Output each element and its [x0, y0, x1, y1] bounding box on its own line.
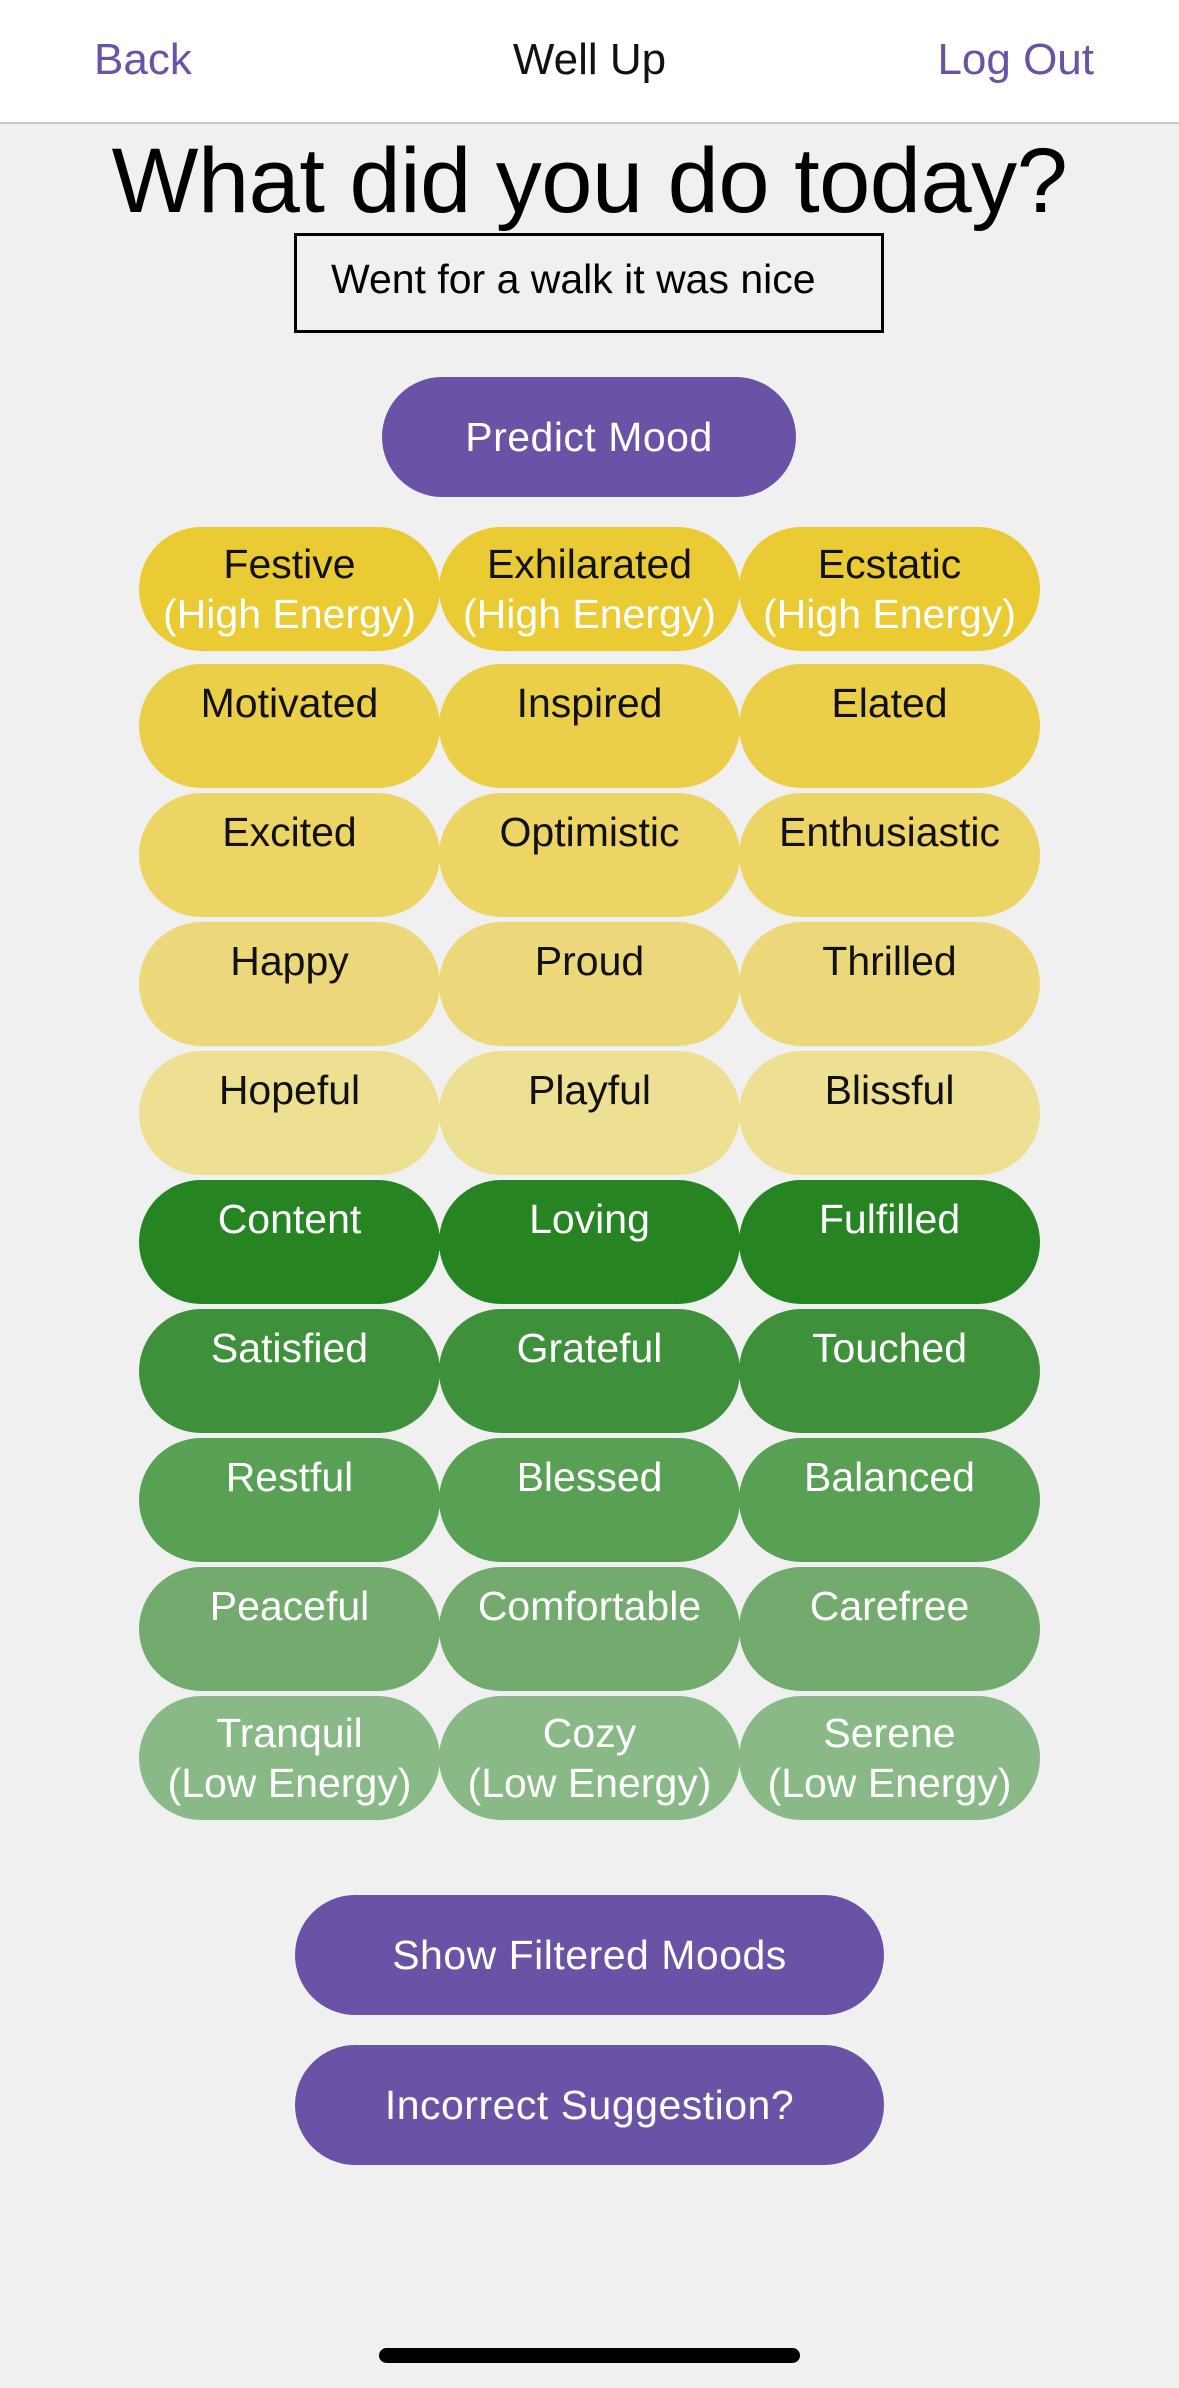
mood-label: Exhilarated	[486, 541, 693, 587]
mood-label: Blessed	[516, 1454, 663, 1500]
predict-mood-button[interactable]: Predict Mood	[382, 377, 796, 497]
mood-option-grateful[interactable]: Grateful	[439, 1309, 740, 1433]
mood-label: Proud	[534, 938, 645, 984]
mood-row: Peaceful Comfortable Carefree	[139, 1567, 1040, 1696]
mood-row: Happy Proud Thrilled	[139, 922, 1040, 1051]
mood-label: Elated	[831, 680, 948, 726]
mood-label: Motivated	[200, 680, 379, 726]
mood-option-loving[interactable]: Loving	[439, 1180, 740, 1304]
mood-label: Balanced	[804, 1454, 975, 1500]
mood-row: Excited Optimistic Enthusiastic	[139, 793, 1040, 922]
mood-option-hopeful[interactable]: Hopeful	[139, 1051, 440, 1175]
mood-option-carefree[interactable]: Carefree	[739, 1567, 1040, 1691]
logout-button[interactable]: Log Out	[937, 30, 1094, 90]
mood-row: Festive (High Energy) Exhilarated (High Ene…	[139, 527, 1040, 664]
mood-energy-label: (Low Energy)	[767, 1760, 1012, 1806]
mood-option-fulfilled[interactable]: Fulfilled	[739, 1180, 1040, 1304]
mood-option-comfortable[interactable]: Comfortable	[439, 1567, 740, 1691]
mood-label: Grateful	[516, 1325, 663, 1371]
mood-row: Tranquil (Low Energy) Cozy (Low Energy) Sere…	[139, 1696, 1040, 1825]
mood-option-thrilled[interactable]: Thrilled	[739, 922, 1040, 1046]
mood-label: Serene	[823, 1710, 956, 1756]
mood-label: Content	[217, 1196, 362, 1242]
mood-option-balanced[interactable]: Balanced	[739, 1438, 1040, 1562]
mood-option-blissful[interactable]: Blissful	[739, 1051, 1040, 1175]
mood-option-peaceful[interactable]: Peaceful	[139, 1567, 440, 1691]
mood-option-proud[interactable]: Proud	[439, 922, 740, 1046]
mood-label: Comfortable	[477, 1583, 702, 1629]
mood-label: Hopeful	[218, 1067, 361, 1113]
mood-label: Playful	[527, 1067, 652, 1113]
mood-option-elated[interactable]: Elated	[739, 664, 1040, 788]
mood-row: Restful Blessed Balanced	[139, 1438, 1040, 1567]
mood-label: Fulfilled	[818, 1196, 961, 1242]
incorrect-suggestion-button[interactable]: Incorrect Suggestion?	[295, 2045, 884, 2165]
mood-option-motivated[interactable]: Motivated	[139, 664, 440, 788]
mood-label: Cozy	[542, 1710, 637, 1756]
mood-option-inspired[interactable]: Inspired	[439, 664, 740, 788]
mood-option-tranquil[interactable]: Tranquil (Low Energy)	[139, 1696, 440, 1820]
mood-label: Touched	[811, 1325, 967, 1371]
mood-option-optimistic[interactable]: Optimistic	[439, 793, 740, 917]
mood-energy-label: (Low Energy)	[467, 1760, 712, 1806]
mood-label: Excited	[222, 809, 357, 855]
mood-option-cozy[interactable]: Cozy (Low Energy)	[439, 1696, 740, 1820]
mood-option-ecstatic[interactable]: Ecstatic (High Energy)	[739, 527, 1040, 651]
mood-label: Peaceful	[209, 1583, 370, 1629]
mood-label: Happy	[230, 938, 349, 984]
mood-grid: Festive (High Energy) Exhilarated (High Ene…	[139, 527, 1040, 1825]
mood-row: Hopeful Playful Blissful	[139, 1051, 1040, 1180]
activity-entry-field[interactable]: Went for a walk it was nice	[294, 233, 884, 333]
mood-row: Content Loving Fulfilled	[139, 1180, 1040, 1309]
mood-option-satisfied[interactable]: Satisfied	[139, 1309, 440, 1433]
mood-option-excited[interactable]: Excited	[139, 793, 440, 917]
mood-row: Motivated Inspired Elated	[139, 664, 1040, 793]
mood-label: Loving	[529, 1196, 650, 1242]
home-indicator	[379, 2348, 800, 2363]
mood-option-touched[interactable]: Touched	[739, 1309, 1040, 1433]
mood-label: Enthusiastic	[778, 809, 1001, 855]
mood-label: Inspired	[516, 680, 663, 726]
navigation-bar: Back Well Up Log Out	[0, 0, 1179, 124]
mood-label: Carefree	[809, 1583, 970, 1629]
mood-label: Ecstatic	[817, 541, 962, 587]
mood-label: Festive	[223, 541, 356, 587]
mood-label: Blissful	[824, 1067, 955, 1113]
mood-energy-label: (High Energy)	[463, 591, 716, 637]
mood-label: Restful	[225, 1454, 354, 1500]
mood-label: Tranquil	[216, 1710, 363, 1756]
mood-energy-label: (High Energy)	[163, 591, 416, 637]
mood-label: Thrilled	[822, 938, 957, 984]
mood-option-enthusiastic[interactable]: Enthusiastic	[739, 793, 1040, 917]
mood-option-festive[interactable]: Festive (High Energy)	[139, 527, 440, 651]
page-heading: What did you do today?	[111, 130, 1068, 232]
mood-option-exhilarated[interactable]: Exhilarated (High Energy)	[439, 527, 740, 651]
mood-option-blessed[interactable]: Blessed	[439, 1438, 740, 1562]
mood-energy-label: (High Energy)	[763, 591, 1016, 637]
mood-option-serene[interactable]: Serene (Low Energy)	[739, 1696, 1040, 1820]
mood-option-happy[interactable]: Happy	[139, 922, 440, 1046]
mood-row: Satisfied Grateful Touched	[139, 1309, 1040, 1438]
mood-option-playful[interactable]: Playful	[439, 1051, 740, 1175]
mood-label: Satisfied	[210, 1325, 369, 1371]
mood-option-content[interactable]: Content	[139, 1180, 440, 1304]
mood-label: Optimistic	[499, 809, 680, 855]
mood-energy-label: (Low Energy)	[167, 1760, 412, 1806]
mood-option-restful[interactable]: Restful	[139, 1438, 440, 1562]
show-filtered-moods-button[interactable]: Show Filtered Moods	[295, 1895, 884, 2015]
